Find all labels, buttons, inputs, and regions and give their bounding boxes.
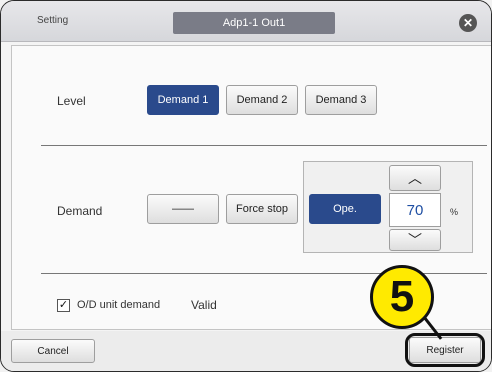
- force-stop-button[interactable]: Force stop: [226, 194, 298, 224]
- od-unit-demand-status: Valid: [191, 298, 217, 312]
- od-unit-demand-label: O/D unit demand: [77, 299, 161, 311]
- demand-3-button[interactable]: Demand 3: [305, 85, 377, 115]
- increase-button[interactable]: ︿: [389, 165, 441, 191]
- step-number-badge: 5: [370, 265, 434, 329]
- register-highlight-ring: [405, 333, 485, 367]
- demand-2-button[interactable]: Demand 2: [226, 85, 298, 115]
- output-name-label: Adp1-1 Out1: [173, 12, 335, 34]
- divider-top: [41, 145, 487, 146]
- setting-dialog: Setting Adp1-1 Out1 ✕ Level Demand 1 Dem…: [0, 0, 492, 372]
- cancel-button[interactable]: Cancel: [11, 339, 95, 363]
- level-label: Level: [57, 94, 86, 108]
- decrease-button[interactable]: ﹀: [389, 229, 441, 251]
- demand-label: Demand: [57, 204, 103, 218]
- percent-unit: %: [450, 207, 459, 217]
- close-icon[interactable]: ✕: [459, 14, 477, 32]
- demand-value-field[interactable]: 70: [389, 193, 441, 227]
- demand-1-button[interactable]: Demand 1: [147, 85, 219, 115]
- od-unit-demand-checkbox[interactable]: ✓: [57, 299, 70, 312]
- dialog-title: Setting: [37, 15, 69, 26]
- ope-button[interactable]: Ope.: [309, 194, 381, 224]
- title-bar: Setting Adp1-1 Out1 ✕: [1, 1, 491, 42]
- demand-off-button[interactable]: ——: [147, 194, 219, 224]
